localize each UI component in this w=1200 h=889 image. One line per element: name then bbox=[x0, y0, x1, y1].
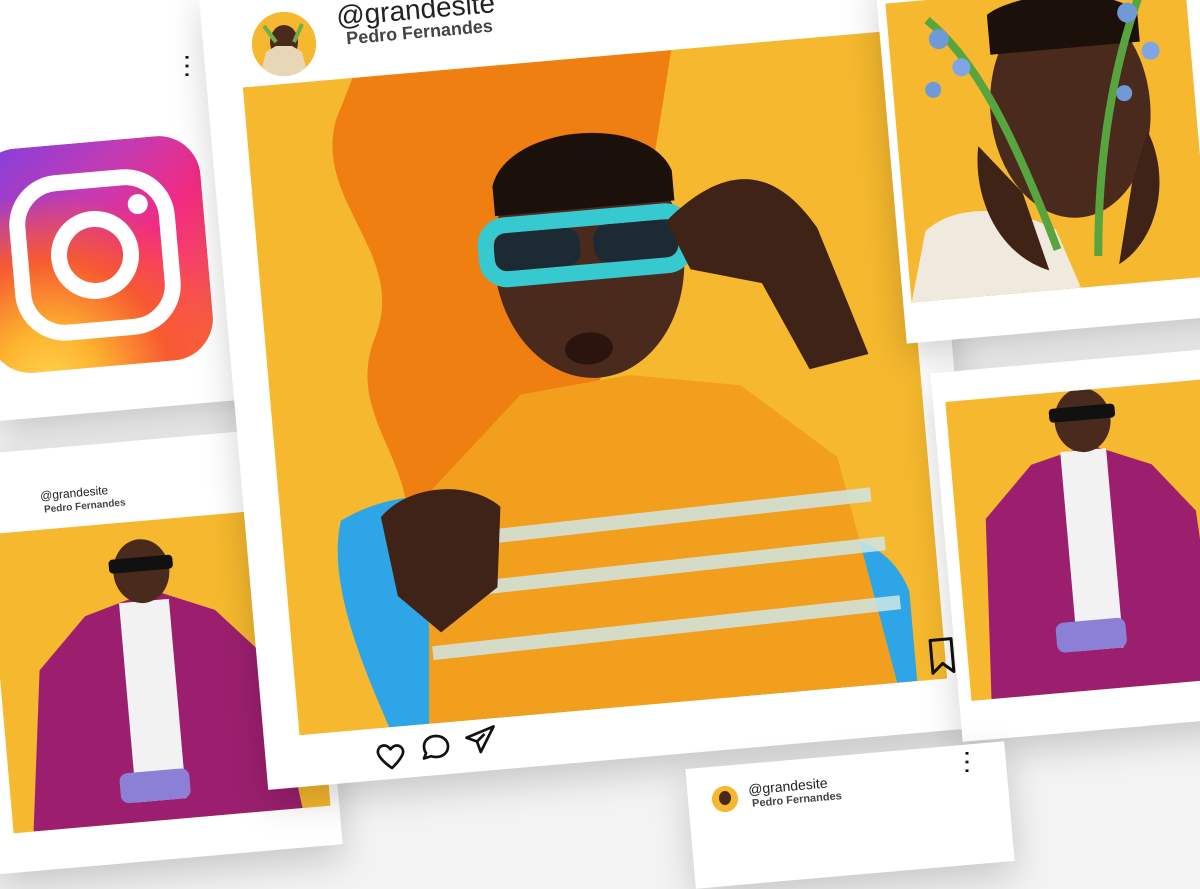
main-post-avatar[interactable] bbox=[252, 12, 316, 76]
right-bottom-post-photo[interactable] bbox=[945, 379, 1200, 701]
more-options-icon[interactable]: ⋯ bbox=[173, 52, 203, 78]
main-post-photo[interactable] bbox=[242, 30, 948, 736]
bottom-post-more-options-icon[interactable]: ⋯ bbox=[953, 748, 983, 774]
heart-icon[interactable] bbox=[374, 738, 410, 774]
instagram-logo-icon bbox=[0, 132, 217, 377]
bottom-post-avatar[interactable] bbox=[712, 786, 738, 812]
comment-icon[interactable] bbox=[418, 730, 454, 766]
right-top-post-photo[interactable] bbox=[885, 0, 1200, 303]
send-icon[interactable] bbox=[462, 722, 498, 758]
